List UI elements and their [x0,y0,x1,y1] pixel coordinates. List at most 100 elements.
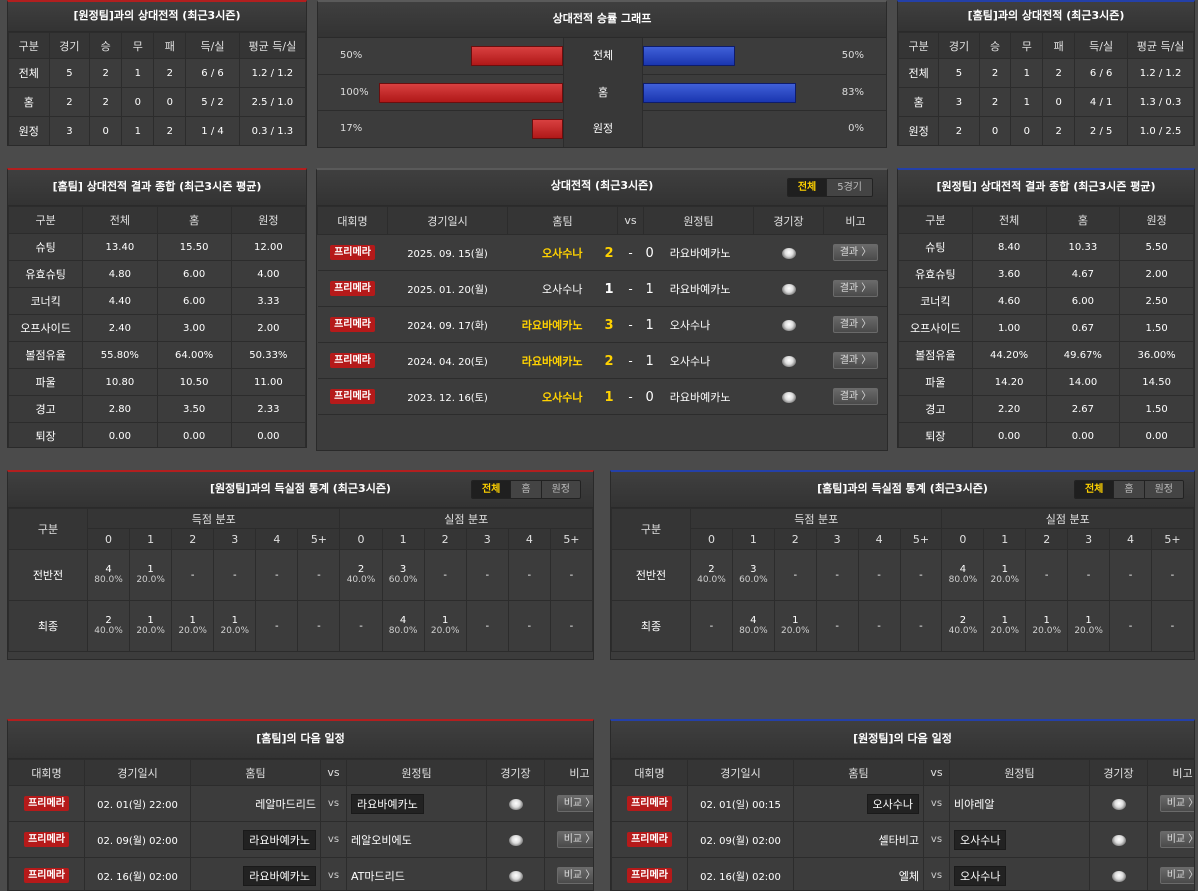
cell-value: 0.00 [230,422,306,447]
stadium-icon[interactable] [781,319,796,331]
stadium-icon[interactable] [781,283,796,295]
goal-count-header: 4 [1109,528,1152,550]
league-badge[interactable]: 프리메라 [627,832,672,847]
column-header: 홈 [1045,206,1121,234]
league-badge[interactable]: 프리메라 [330,389,375,404]
away-team-name: 라요바예카노 [351,793,424,814]
tab-away[interactable]: 원정 [540,481,580,498]
group-header-row: 구분 득점 분포 실점 분포 [611,508,1194,550]
compare-button[interactable]: 비교 〉 [556,831,593,848]
table-row: 원정 3 0 1 2 1 / 4 0.3 / 1.3 [8,116,306,145]
distribution-cell: - [1150,549,1194,601]
tab-home[interactable]: 홈 [1113,481,1144,498]
cell-value: 11.00 [230,368,306,396]
away-team: 오사수나 [949,821,1090,858]
panel-title: [홈팀]의 다음 일정 [8,721,593,759]
away-team: 오사수나 [949,857,1090,890]
schedule-table: 대회명 경기일시 홈팀 vs 원정팀 경기장 비고 프리메라 02. 01(일) 00:15 오사… [611,759,1194,890]
result-button[interactable]: 결과 〉 [832,316,879,333]
cell-value: 2 [978,58,1012,88]
league-badge[interactable]: 프리메라 [330,317,375,332]
table-row: 유효슈팅 4.80 6.00 4.00 [8,260,306,288]
league-badge[interactable]: 프리메라 [330,353,375,368]
cell-value: 6.00 [156,260,232,288]
compare-button[interactable]: 비교 〉 [556,795,593,812]
table-row: 프리메라 02. 09(월) 02:00 셀타비고 vs오사수나 비교 〉 [611,821,1194,858]
home-team-name: 셀타비고 [878,833,919,847]
compare-button[interactable]: 비교 〉 [1159,867,1194,884]
distribution-cell: - [465,600,509,652]
home-score: 2 [604,245,614,261]
cell-value: 2.00 [1119,260,1194,288]
goal-count-header: 5+ [297,528,341,550]
cell-value: 4.80 [82,260,158,288]
league-badge[interactable]: 프리메라 [627,796,672,811]
cell-value: 0 [1010,116,1044,145]
stadium-icon[interactable] [1111,798,1126,810]
stadium-icon[interactable] [1111,870,1126,882]
distribution-cell: 4 80.0% [86,549,131,601]
percent: 60.0% [388,575,418,585]
tab-home[interactable]: 홈 [510,481,541,498]
league-badge[interactable]: 프리메라 [330,281,375,296]
distribution-cell: 4 80.0% [381,600,425,652]
column-header: 원정 [1119,206,1194,234]
count: 1 [231,615,238,626]
tab-5-games[interactable]: 5경기 [826,179,872,196]
away-score: 1 [645,317,654,333]
stadium-icon[interactable] [781,391,796,403]
count: - [835,620,839,632]
home-team-name: 오사수나 [866,793,919,814]
count: 2 [708,564,715,575]
cell-value: 0 [89,116,123,145]
result-button[interactable]: 결과 〉 [832,244,879,261]
away-score: 0 [645,389,654,405]
league-badge[interactable]: 프리메라 [24,868,69,883]
cell-value: 2 [153,116,187,145]
league-badge[interactable]: 프리메라 [627,868,672,883]
header-row: 대회명 경기일시 홈팀 vs 원정팀 경기장 비고 [8,759,593,786]
vs-label: vs [320,821,347,858]
table-row: 프리메라 2024. 04. 20(토) 라요바예카노 2-1 오사수나 결과 〉 [317,342,887,379]
league-badge[interactable]: 프리메라 [330,245,375,260]
cell-value: 2.5 / 1.0 [238,87,306,117]
cell-value: 6.00 [1045,287,1121,315]
column-header: 경기장 [753,206,824,235]
stadium-icon[interactable] [781,355,796,367]
distribution-cell: - [339,600,383,652]
cell-value: 2 [48,87,91,117]
tab-all[interactable]: 전체 [787,179,827,196]
home-team-name: 라요바예카노 [243,865,316,886]
percent: 40.0% [697,575,726,585]
result-button[interactable]: 결과 〉 [832,352,879,369]
stadium-icon[interactable] [508,870,523,882]
compare-button[interactable]: 비교 〉 [1159,795,1194,812]
tab-all[interactable]: 전체 [1074,481,1114,498]
graph-row: 50% 50% 전체 [318,38,886,75]
count: 2 [357,564,365,575]
stadium-icon[interactable] [781,247,796,259]
table-row: 오프사이드 1.00 0.67 1.50 [898,314,1194,342]
stadium-icon[interactable] [508,798,523,810]
compare-button[interactable]: 비교 〉 [556,867,593,884]
column-header: 비고 [823,206,887,235]
results-table: 대회명 경기일시 홈팀 vs 원정팀 경기장 비고 프리메라 2025. 09. 15(월) 오사… [317,206,887,415]
league-badge[interactable]: 프리메라 [24,832,69,847]
result-button[interactable]: 결과 〉 [832,280,879,297]
distribution-cell: 2 40.0% [690,549,733,601]
tab-away[interactable]: 원정 [1143,481,1183,498]
league-badge[interactable]: 프리메라 [24,796,69,811]
count: - [1128,569,1133,581]
column-header: 비고 [544,759,593,786]
distribution-cell: - [507,549,551,601]
match-date: 02. 09(월) 02:00 [687,821,794,858]
compare-button[interactable]: 비교 〉 [1159,831,1194,848]
stadium-icon[interactable] [508,834,523,846]
filter-toggle: 전체 홈 원정 [1073,480,1184,499]
result-button[interactable]: 결과 〉 [832,388,879,405]
row-label: 경고 [8,395,84,423]
h2h-table: 구분 경기 승 무 패 득/실 평균 득/실 전체 5 2 1 2 6 / 6 1.2 / 1.2 홈 3 2 1… [898,32,1194,145]
tab-all[interactable]: 전체 [471,481,511,498]
stadium-icon[interactable] [1111,834,1126,846]
winrate-graph: 50% 50% 전체 100% 83% 홈 17% 0% 원정 [318,38,886,147]
